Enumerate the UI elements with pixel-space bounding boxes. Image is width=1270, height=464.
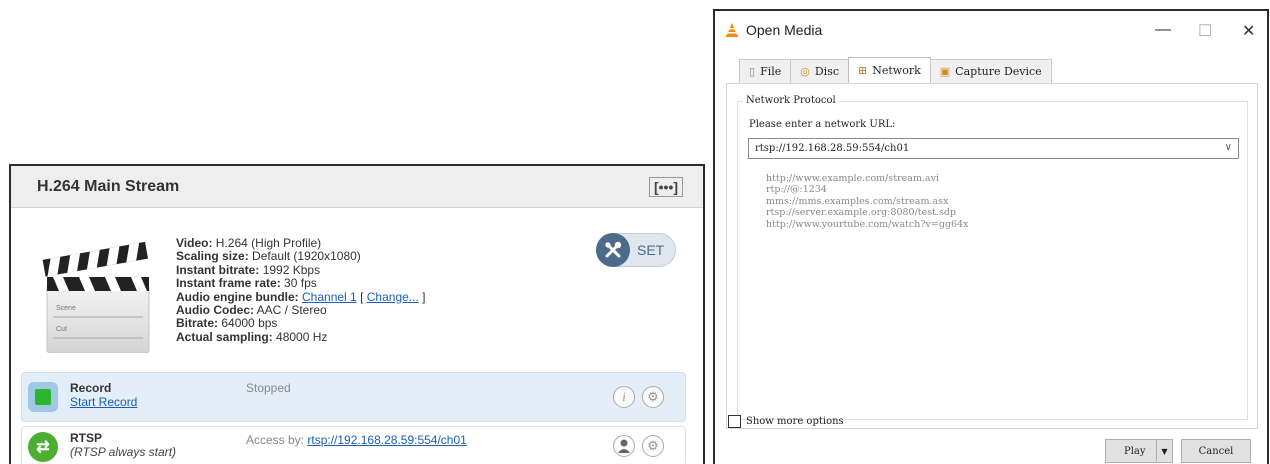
access-label: Access by: — [246, 433, 305, 447]
more-menu-button[interactable]: [•••] — [648, 176, 683, 197]
capture-device-icon: ▣ — [939, 65, 951, 78]
tab-disc-label: Disc — [814, 65, 840, 78]
chevron-down-icon[interactable]: ∨ — [1225, 142, 1232, 153]
show-more-checkbox[interactable] — [728, 415, 741, 428]
disc-icon: ◎ — [800, 65, 810, 78]
audio-codec-label: Audio Codec: — [176, 303, 254, 318]
rtsp-row: ⇄ RTSP (RTSP always start) Access by: rt… — [21, 426, 686, 464]
start-record-link[interactable]: Start Record — [70, 395, 137, 409]
minimize-button[interactable]: — — [1155, 21, 1171, 39]
record-label: Record — [70, 381, 112, 395]
open-media-dialog: Open Media — ☐ ✕ ▯ File ◎ Disc ⊞ Network ▣ C… — [713, 9, 1269, 464]
example-line: http://www.example.com/stream.avi — [766, 173, 940, 184]
network-icon: ⊞ — [858, 64, 868, 77]
tab-network-label: Network — [872, 64, 921, 77]
scaling-label: Scaling size: — [176, 249, 249, 264]
rtsp-url-link[interactable]: rtsp://192.168.28.59:554/ch01 — [307, 433, 466, 447]
video-value: H.264 (High Profile) — [215, 236, 322, 250]
play-button[interactable]: Play ▼ — [1105, 439, 1173, 463]
clapper-scene-label: Scene — [56, 305, 76, 312]
tab-disc[interactable]: ◎ Disc — [790, 59, 850, 83]
network-url-input[interactable]: rtsp://192.168.28.59:554/ch01 ∨ — [748, 138, 1239, 159]
settings-icon[interactable]: ⚙ — [642, 386, 664, 408]
channel-link[interactable]: Channel 1 — [302, 290, 357, 304]
file-icon: ▯ — [749, 65, 756, 78]
cancel-button[interactable]: Cancel — [1181, 439, 1251, 463]
info-icon[interactable]: i — [613, 386, 635, 408]
rtsp-icon[interactable]: ⇄ — [28, 432, 58, 462]
dialog-title: Open Media — [746, 22, 823, 38]
vlc-cone-icon — [726, 23, 738, 37]
video-label: Video: — [176, 236, 213, 250]
audio-bitrate-label: Bitrate: — [176, 316, 219, 331]
url-label: Please enter a network URL: — [749, 119, 896, 130]
url-value: rtsp://192.168.28.59:554/ch01 — [755, 143, 910, 154]
set-label: SET — [637, 242, 665, 258]
audio-bundle-label: Audio engine bundle: — [176, 289, 299, 304]
clapperboard-icon: Scene Cut — [39, 233, 155, 354]
tab-file[interactable]: ▯ File — [739, 59, 792, 83]
example-line: http://www.yourtube.com/watch?v=gg64x — [766, 218, 969, 230]
stream-header: H.264 Main Stream [•••] — [11, 166, 703, 208]
rtsp-note: (RTSP always start) — [70, 445, 177, 459]
record-row: Record Start Record Stopped i ⚙ — [21, 372, 686, 422]
show-more-options[interactable]: Show more options — [728, 415, 844, 428]
cancel-label: Cancel — [1198, 445, 1234, 457]
sampling-value: 48000 Hz — [276, 329, 328, 344]
framerate-value: 30 fps — [284, 276, 317, 291]
network-protocol-group: Network Protocol Please enter a network … — [737, 95, 1248, 420]
rtsp-label: RTSP — [70, 431, 103, 445]
bitrate-value: 1992 Kbps — [262, 262, 321, 277]
stream-title: H.264 Main Stream — [37, 177, 180, 195]
dialog-titlebar: Open Media — [715, 11, 1267, 49]
example-line: mms://mms.examples.com/stream.asx — [766, 195, 949, 207]
tab-bar: ▯ File ◎ Disc ⊞ Network ▣ Capture Device — [739, 57, 1052, 83]
stream-properties: Video: H.264 (High Profile) Scaling size… — [176, 236, 426, 344]
bitrate-label: Instant bitrate: — [176, 262, 260, 277]
stream-info: Scene Cut Video: H.264 (High Profile) Sc… — [31, 223, 681, 369]
record-status: Stopped — [246, 381, 291, 395]
change-close: ] — [422, 289, 426, 304]
scaling-value: Default (1920x1080) — [252, 249, 361, 264]
change-open: [ — [360, 289, 364, 304]
network-tab-panel: Network Protocol Please enter a network … — [726, 83, 1258, 429]
clapper-cut-label: Cut — [56, 326, 67, 333]
maximize-button[interactable]: ☐ — [1198, 21, 1212, 41]
record-icon[interactable] — [28, 382, 58, 412]
group-label: Network Protocol — [743, 95, 839, 106]
sampling-label: Actual sampling: — [176, 329, 273, 344]
tab-capture-label: Capture Device — [955, 65, 1042, 78]
set-button[interactable]: SET — [596, 233, 676, 267]
audio-codec-value: AAC / Stereo — [256, 303, 327, 318]
url-examples: http://www.example.com/stream.avi rtp://… — [766, 173, 968, 230]
rtsp-access: Access by: rtsp://192.168.28.59:554/ch01 — [246, 433, 467, 447]
stream-panel: H.264 Main Stream [•••] Scene Cut Video:… — [9, 164, 705, 464]
close-button[interactable]: ✕ — [1242, 21, 1255, 41]
example-line: rtp://@:1234 — [766, 184, 827, 196]
tab-capture-device[interactable]: ▣ Capture Device — [929, 59, 1052, 83]
audio-bitrate-value: 64000 bps — [221, 316, 278, 331]
example-line: rtsp://server.example.org:8080/test.sdp — [766, 207, 956, 219]
settings-icon[interactable]: ⚙ — [642, 435, 664, 457]
show-more-label: Show more options — [746, 416, 844, 427]
tab-network[interactable]: ⊞ Network — [848, 57, 931, 83]
change-link[interactable]: Change... — [367, 290, 419, 304]
play-label: Play — [1124, 445, 1146, 457]
tab-file-label: File — [760, 65, 782, 78]
user-icon[interactable] — [613, 435, 635, 457]
play-dropdown-icon[interactable]: ▼ — [1156, 440, 1172, 462]
framerate-label: Instant frame rate: — [176, 276, 281, 291]
tools-icon — [596, 233, 630, 267]
